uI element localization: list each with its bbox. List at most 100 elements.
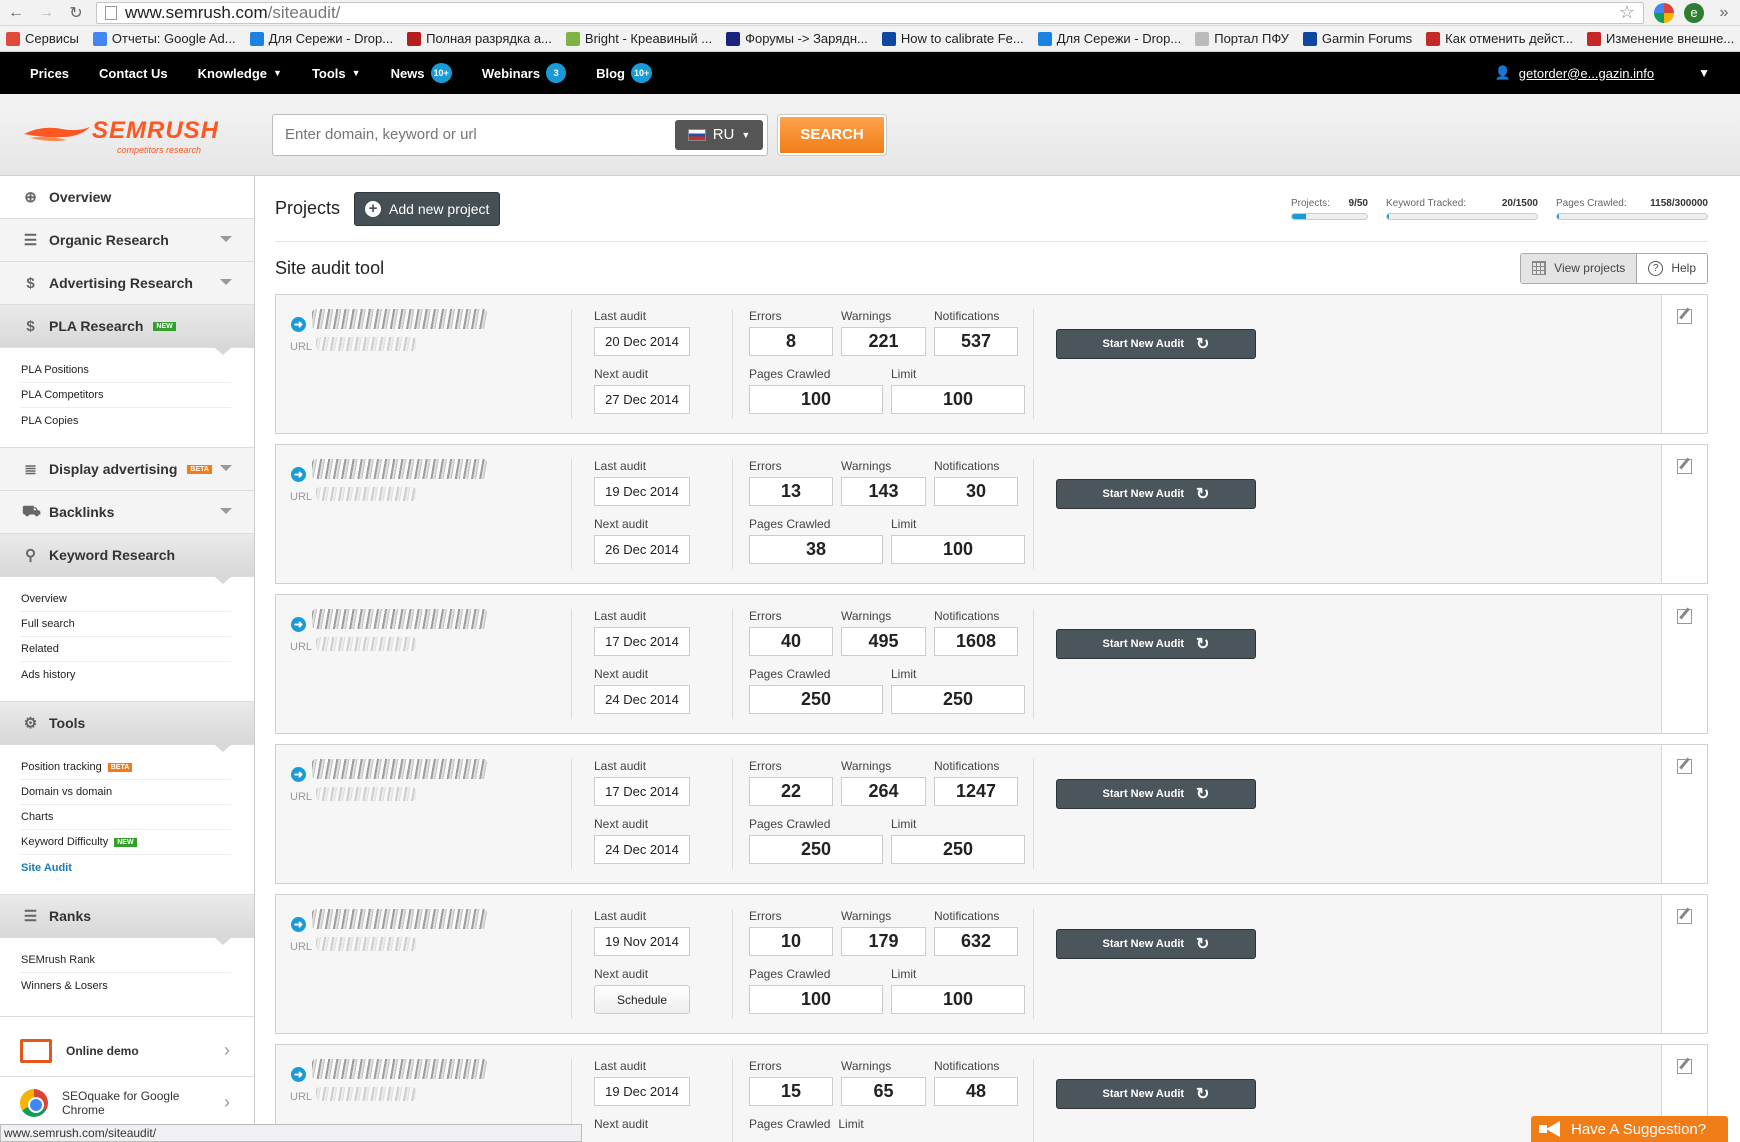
edit-icon[interactable] — [1677, 309, 1692, 324]
address-bar[interactable]: www.semrush.com/siteaudit/ ☆ — [96, 1, 1644, 24]
topnav-news[interactable]: News 10+ — [391, 63, 452, 83]
bookmark-item[interactable]: Отчеты: Google Ad... — [92, 31, 236, 46]
errors-count[interactable]: 8 — [749, 327, 833, 356]
sidebar-item-display-advertising[interactable]: ≣ Display advertising BETA — [0, 448, 254, 491]
topnav-knowledge[interactable]: Knowledge ▼ — [198, 66, 282, 81]
topnav-tools[interactable]: Tools ▼ — [312, 66, 361, 81]
errors-count[interactable]: 15 — [749, 1077, 833, 1106]
chevron-down-icon[interactable]: ▼ — [1698, 66, 1710, 80]
sidebar-subitem[interactable]: PLA Competitors — [21, 383, 231, 408]
bookmark-item[interactable]: Для Сережи - Drop... — [249, 31, 393, 46]
sidebar-subitem[interactable]: Charts — [21, 805, 231, 830]
go-arrow-icon[interactable]: ➜ — [291, 917, 306, 932]
errors-count[interactable]: 10 — [749, 927, 833, 956]
globe-extension-icon[interactable]: e — [1684, 2, 1704, 23]
sidebar-subitem[interactable]: Related — [21, 637, 231, 662]
start-new-audit-button[interactable]: Start New Audit ↻ — [1056, 1079, 1256, 1109]
notifications-count[interactable]: 537 — [934, 327, 1018, 356]
errors-count[interactable]: 13 — [749, 477, 833, 506]
sidebar-subitem[interactable]: Full search — [21, 612, 231, 637]
warnings-count[interactable]: 179 — [841, 927, 926, 956]
sidebar-item-keyword-research[interactable]: ⚲ Keyword Research — [0, 534, 254, 584]
sidebar-item-advertising-research[interactable]: $ Advertising Research — [0, 262, 254, 305]
sidebar-subitem[interactable]: Position tracking BETA — [21, 755, 231, 780]
warnings-count[interactable]: 143 — [841, 477, 926, 506]
warnings-count[interactable]: 65 — [841, 1077, 926, 1106]
go-arrow-icon[interactable]: ➜ — [291, 467, 306, 482]
sidebar-subitem[interactable]: PLA Positions — [21, 358, 231, 383]
notifications-count[interactable]: 1247 — [934, 777, 1018, 806]
sidebar-subitem[interactable]: Overview — [21, 587, 231, 612]
go-arrow-icon[interactable]: ➜ — [291, 767, 306, 782]
bookmark-item[interactable]: Сервисы — [6, 31, 79, 46]
bookmark-item[interactable]: Форумы -> Зарядн... — [726, 31, 868, 46]
edit-icon[interactable] — [1677, 609, 1692, 624]
reload-icon[interactable]: ↻ — [66, 3, 86, 23]
bookmark-item[interactable]: Изменение внешне... — [1587, 31, 1734, 46]
topnav-prices[interactable]: Prices — [30, 66, 69, 81]
start-new-audit-button[interactable]: Start New Audit ↻ — [1056, 779, 1256, 809]
sidebar-subitem[interactable]: Site Audit — [21, 855, 231, 880]
go-arrow-icon[interactable]: ➜ — [291, 1067, 306, 1082]
sidebar-item-tools[interactable]: ⚙ Tools — [0, 702, 254, 752]
notifications-count[interactable]: 48 — [934, 1077, 1018, 1106]
schedule-button[interactable]: Schedule — [594, 985, 690, 1014]
topnav-webinars[interactable]: Webinars 3 — [482, 63, 567, 83]
notifications-count[interactable]: 1608 — [934, 627, 1018, 656]
topnav-blog[interactable]: Blog 10+ — [596, 63, 653, 83]
bookmark-item[interactable]: How to calibrate Fe... — [881, 31, 1024, 46]
add-new-project-button[interactable]: + Add new project — [354, 191, 501, 226]
bookmark-item[interactable]: Как отменить дейст... — [1426, 31, 1573, 46]
seoquake-link[interactable]: SEOquake for Google Chrome › — [0, 1077, 254, 1129]
warnings-count[interactable]: 221 — [841, 327, 926, 356]
go-arrow-icon[interactable]: ➜ — [291, 317, 306, 332]
bookmark-item[interactable]: Портал ПФУ — [1195, 31, 1289, 46]
search-button[interactable]: SEARCH — [777, 113, 887, 156]
bookmark-star-icon[interactable]: ☆ — [1619, 2, 1635, 23]
edit-icon[interactable] — [1677, 909, 1692, 924]
edit-icon[interactable] — [1677, 1059, 1692, 1074]
sidebar-item-overview[interactable]: ⊕ Overview — [0, 176, 254, 219]
go-arrow-icon[interactable]: ➜ — [291, 617, 306, 632]
bookmark-item[interactable]: Bright - Креавиный ... — [565, 31, 712, 46]
more-extensions-icon[interactable]: » — [1714, 3, 1734, 23]
sidebar-item-organic-research[interactable]: ☰ Organic Research — [0, 219, 254, 262]
bookmark-item[interactable]: Garmin Forums — [1302, 31, 1412, 46]
topnav-contact-us[interactable]: Contact Us — [99, 66, 168, 81]
sidebar-subitem[interactable]: Domain vs domain — [21, 780, 231, 805]
view-projects-button[interactable]: View projects — [1521, 253, 1638, 283]
sidebar-item-backlinks[interactable]: ⛟ Backlinks — [0, 491, 254, 534]
database-select[interactable]: RU ▼ — [675, 119, 763, 150]
sidebar-subitem[interactable]: SEMrush Rank — [21, 948, 231, 973]
bookmark-item[interactable]: Полная разрядка а... — [407, 31, 552, 46]
have-a-suggestion-button[interactable]: Have A Suggestion? — [1531, 1116, 1728, 1142]
start-new-audit-button[interactable]: Start New Audit ↻ — [1056, 329, 1256, 359]
warnings-count[interactable]: 495 — [841, 627, 926, 656]
sidebar-item-pla-research[interactable]: $ PLA Research NEW — [0, 305, 254, 355]
errors-count[interactable]: 40 — [749, 627, 833, 656]
start-new-audit-button[interactable]: Start New Audit ↻ — [1056, 479, 1256, 509]
user-email-link[interactable]: getorder@e...gazin.info — [1519, 66, 1654, 81]
edit-icon[interactable] — [1677, 759, 1692, 774]
back-arrow-icon[interactable]: ← — [6, 3, 26, 23]
notifications-count[interactable]: 30 — [934, 477, 1018, 506]
warnings-count[interactable]: 264 — [841, 777, 926, 806]
edit-icon[interactable] — [1677, 459, 1692, 474]
sidebar-subitem[interactable]: PLA Copies — [21, 408, 231, 433]
user-menu[interactable]: 👤 getorder@e...gazin.info ▼ — [1495, 65, 1710, 81]
home-extension-icon[interactable] — [1654, 2, 1674, 23]
errors-count[interactable]: 22 — [749, 777, 833, 806]
start-new-audit-button[interactable]: Start New Audit ↻ — [1056, 929, 1256, 959]
help-button[interactable]: ? Help — [1637, 253, 1707, 283]
search-input[interactable] — [285, 126, 675, 143]
sidebar-item-ranks[interactable]: ☰ Ranks — [0, 895, 254, 945]
sidebar-subitem[interactable]: Ads history — [21, 662, 231, 687]
start-new-audit-button[interactable]: Start New Audit ↻ — [1056, 629, 1256, 659]
semrush-logo[interactable]: SEMRUSH competitors research — [22, 115, 232, 155]
bookmark-item[interactable]: Для Сережи - Drop... — [1037, 31, 1181, 46]
forward-arrow-icon[interactable]: → — [36, 3, 56, 23]
sidebar-subitem[interactable]: Winners & Losers — [21, 973, 231, 998]
online-demo-link[interactable]: Online demo › — [0, 1025, 254, 1077]
notifications-count[interactable]: 632 — [934, 927, 1018, 956]
sidebar-subitem[interactable]: Keyword Difficulty NEW — [21, 830, 231, 855]
